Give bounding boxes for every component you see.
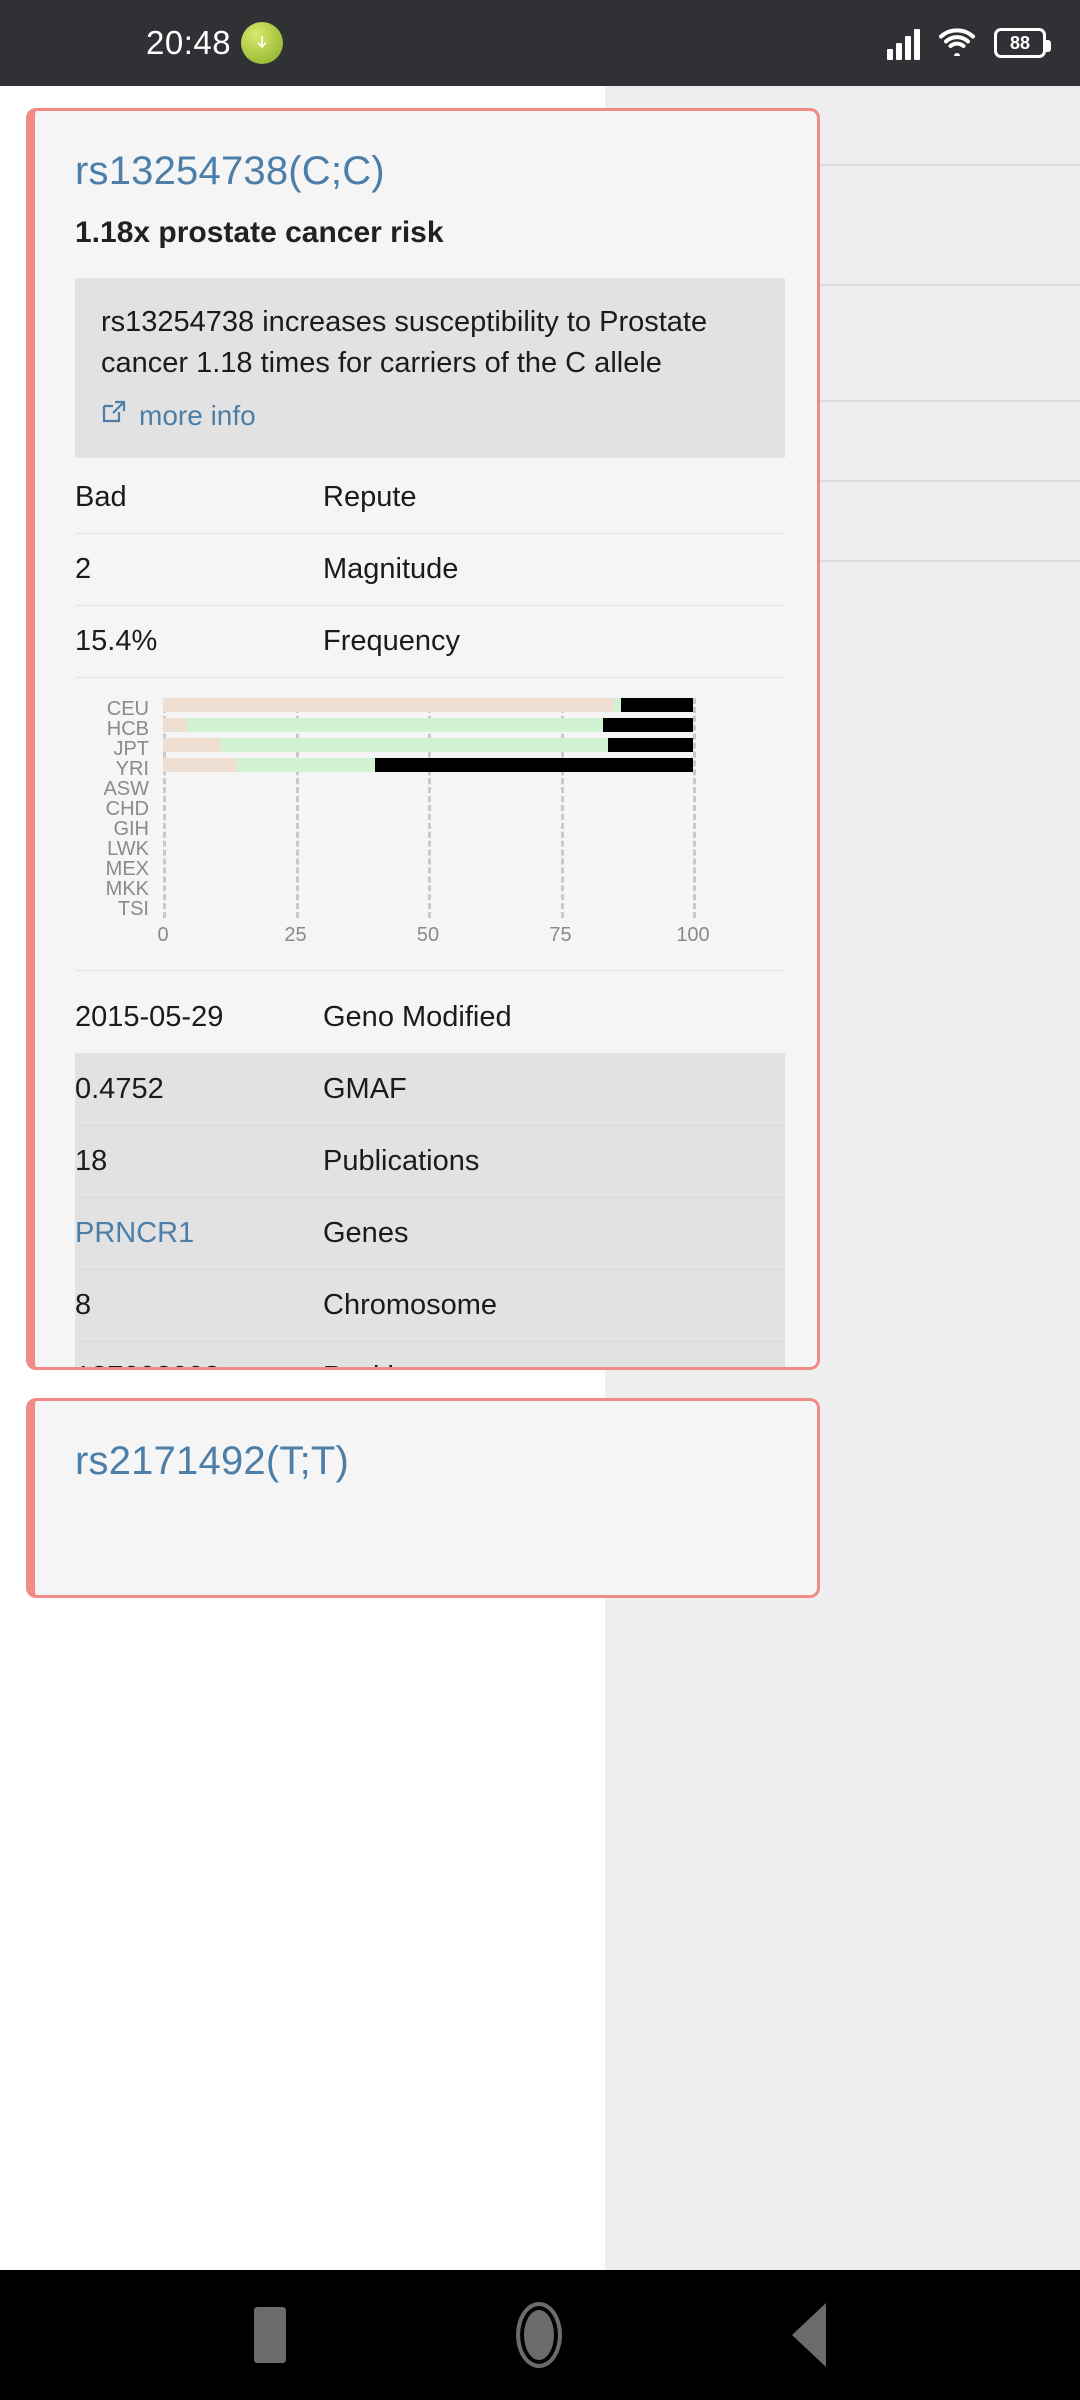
chart-bar-segment	[613, 698, 622, 712]
table-cell-value: 2	[75, 553, 92, 586]
snp-summary-box: rs13254738 increases susceptibility to P…	[75, 278, 785, 459]
chart-bar-segment	[608, 738, 693, 752]
snp-card-body: rs13254738(C;C) 1.18x prostate cancer ri…	[35, 111, 817, 1367]
home-circle-icon[interactable]	[516, 2302, 562, 2368]
download-indicator-icon	[241, 22, 284, 64]
table-cell-key: Genes	[323, 1217, 409, 1250]
chart-category-label: MEX	[105, 858, 149, 881]
external-link-icon	[101, 396, 127, 436]
chart-category-label: MKK	[105, 878, 149, 901]
chart-x-tick-label: 0	[157, 924, 169, 947]
table-cell-key: Repute	[323, 481, 417, 514]
snp-subtitle: 1.18x prostate cancer risk	[75, 216, 444, 249]
table-cell-value: 127092098	[75, 1361, 323, 1367]
table-cell-value: 2015-05-29	[75, 1001, 224, 1034]
table-cell-value: 8	[75, 1289, 92, 1322]
chart-bar-row: CEU	[107, 698, 693, 720]
table-cell-value: 15.4%	[75, 625, 158, 658]
table-cell-value[interactable]: PRNCR1	[75, 1217, 323, 1250]
more-info-label: more info	[139, 400, 256, 432]
chart-bar-row: LWK	[107, 838, 693, 860]
chart-category-label: HCB	[106, 718, 149, 741]
chart-x-axis: 0 25 50 75 100	[157, 924, 709, 954]
chart-category-label: JPT	[113, 738, 149, 761]
population-frequency-chart: CEU HCB JPT YRI ASW CHD GIH LWK MEX MKK TSI 0 25 50 7…	[75, 688, 785, 978]
status-bar-clock: 20:48	[146, 24, 232, 61]
table-row: 0.4752 GMAF	[75, 1054, 785, 1127]
table-cell-key: Frequency	[323, 625, 461, 658]
chart-bar-row: TSI	[118, 898, 693, 920]
page-content: Require: UI: Allow Visible Offscree Visi…	[0, 86, 1080, 2270]
chart-bar-row: GIH	[113, 818, 693, 840]
chart-category-label: LWK	[107, 838, 149, 861]
more-info-link[interactable]: more info	[101, 396, 759, 436]
snp-attributes-top: Bad Repute 2 Magnitude 15.4% Frequency	[75, 462, 785, 679]
table-cell-value: Bad	[75, 481, 127, 514]
snp-title-link[interactable]: rs2171492(T;T)	[75, 1439, 349, 1483]
table-row: 127092098Position	[75, 1342, 785, 1367]
wifi-icon	[938, 26, 976, 61]
chart-category-label: GIH	[113, 818, 149, 841]
chart-bar-segment	[163, 698, 614, 712]
table-cell-key: Chromosome	[323, 1289, 498, 1322]
status-bar-indicators: 88	[887, 26, 1051, 61]
chart-category-label: CHD	[105, 798, 149, 821]
snp-card-rs13254738[interactable]: rs13254738(C;C) 1.18x prostate cancer ri…	[26, 108, 820, 1370]
chart-bar-row: MKK	[106, 878, 693, 900]
chart-bar-segment	[237, 758, 375, 772]
chart-bar-segment	[163, 758, 238, 772]
table-row: Bad Repute	[75, 462, 785, 535]
recents-square-icon[interactable]	[254, 2307, 286, 2363]
table-cell-key: Publications	[323, 1145, 480, 1178]
status-bar: 20:48 88	[0, 0, 1080, 86]
table-cell-key: Magnitude	[323, 553, 459, 586]
table-cell-key: Geno Modified	[323, 1001, 512, 1034]
snp-card-body: rs2171492(T;T)	[35, 1401, 817, 1484]
chart-plot-area: CEU HCB JPT YRI ASW CHD GIH LWK MEX MKK TSI	[103, 698, 696, 920]
chart-bar-segment	[602, 718, 693, 732]
table-row: 18 Publications	[75, 1126, 785, 1199]
snp-card-rs2171492[interactable]: rs2171492(T;T)	[26, 1398, 820, 1598]
chart-x-tick-label: 75	[549, 924, 572, 947]
chart-x-tick-label: 50	[416, 924, 440, 947]
chart-bar-row: JPT	[113, 738, 693, 760]
chart-category-label: ASW	[103, 778, 149, 801]
signal-bars-icon	[887, 26, 920, 60]
chart-bar-row: ASW	[103, 778, 693, 800]
chart-bar-segment	[163, 738, 222, 752]
chart-bar-segment	[621, 698, 693, 712]
snp-summary-text: rs13254738 increases susceptibility to P…	[101, 306, 708, 380]
table-cell-key: Position	[323, 1361, 785, 1367]
snp-attributes-bottom: 2015-05-29 Geno Modified 0.4752 GMAF 18 Publi…	[75, 982, 785, 1367]
chart-bar-row: YRI	[116, 758, 693, 780]
chart-bar-segment	[221, 738, 609, 752]
android-navigation-bar[interactable]	[0, 2270, 1080, 2400]
table-row: 8 Chromosome	[75, 1270, 785, 1343]
chart-gridline	[693, 698, 696, 919]
chart-x-tick-label: 25	[284, 924, 307, 947]
back-triangle-icon[interactable]	[792, 2303, 826, 2367]
battery-icon: 88	[994, 28, 1051, 58]
table-row: 2015-05-29 Geno Modified	[75, 982, 785, 1055]
table-row: 2 Magnitude	[75, 534, 785, 607]
chart-bottom-divider	[75, 970, 785, 972]
chart-bar-segment	[163, 718, 187, 732]
battery-level-label: 88	[1009, 33, 1031, 53]
chart-category-label: YRI	[115, 758, 149, 781]
chart-bar-row: CHD	[106, 798, 693, 820]
chart-bar-segment	[186, 718, 603, 732]
chart-category-label: TSI	[117, 898, 149, 921]
table-cell-key: GMAF	[323, 1073, 407, 1106]
chart-bar-segment	[375, 758, 693, 772]
table-row: 15.4% Frequency	[75, 606, 785, 679]
chart-x-tick-label: 100	[676, 924, 710, 947]
snp-title-link[interactable]: rs13254738(C;C)	[75, 149, 385, 193]
chart-bar-row: MEX	[106, 858, 693, 880]
chart-bar-row: HCB	[107, 718, 693, 740]
table-cell-value: 18	[75, 1145, 108, 1178]
table-row: PRNCR1 Genes	[75, 1198, 785, 1271]
table-cell-value: 0.4752	[75, 1073, 164, 1106]
chart-category-label: CEU	[106, 698, 149, 721]
